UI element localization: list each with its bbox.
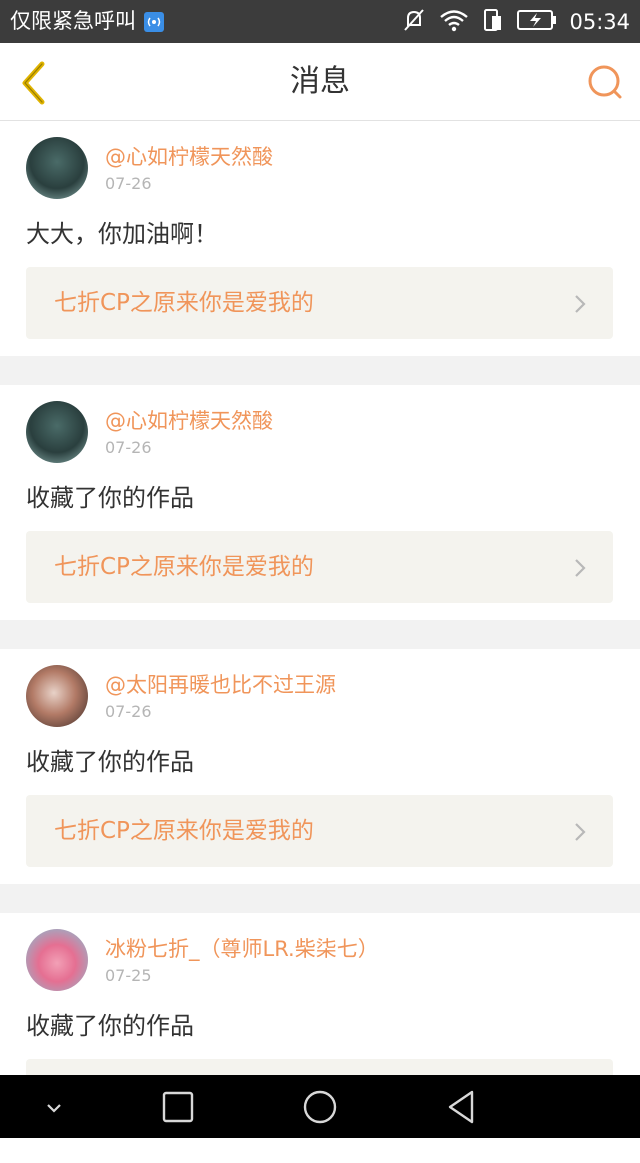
work-title: 七折CP之原来你是爱我的	[54, 818, 314, 844]
message-card: @太阳再暖也比不过王源 07-26 收藏了你的作品 七折CP之原来你是爱我的	[0, 649, 640, 884]
work-link[interactable]: 七折CP之原来你是爱我的	[26, 795, 613, 867]
chevron-right-icon	[575, 295, 586, 313]
work-link[interactable]: 七折CP之原来你是爱我的	[26, 267, 613, 339]
collapse-icon	[47, 1104, 61, 1113]
message-date: 07-26	[105, 174, 152, 193]
collapse-button[interactable]	[36, 1089, 72, 1125]
chevron-right-icon	[575, 559, 586, 577]
page-title: 消息	[290, 64, 350, 99]
message-date: 07-26	[105, 702, 152, 721]
search-icon	[588, 65, 622, 99]
status-bar-right: 05:34	[389, 8, 630, 35]
home-icon	[303, 1090, 337, 1124]
message-text: 收藏了你的作品	[26, 1012, 194, 1040]
message-date: 07-26	[105, 438, 152, 457]
work-link[interactable]: 七折CP之原来你是爱我的	[26, 531, 613, 603]
message-text: 收藏了你的作品	[26, 748, 194, 776]
message-card: @心如柠檬天然酸 07-26 大大，你加油啊！ 七折CP之原来你是爱我的	[0, 121, 640, 356]
work-title: 七折CP之原来你是爱我的	[54, 290, 314, 316]
search-button[interactable]	[586, 63, 624, 101]
status-bar: 仅限紧急呼叫 05:34	[0, 0, 640, 43]
message-date: 07-25	[105, 966, 152, 985]
sim-badge-icon	[144, 11, 164, 32]
vibrate-icon	[483, 8, 503, 36]
recents-icon	[162, 1091, 194, 1123]
system-back-button[interactable]	[444, 1089, 480, 1125]
home-button[interactable]	[302, 1089, 338, 1125]
message-list: @心如柠檬天然酸 07-26 大大，你加油啊！ 七折CP之原来你是爱我的 @心如…	[0, 121, 640, 1163]
message-card: @心如柠檬天然酸 07-26 收藏了你的作品 七折CP之原来你是爱我的	[0, 385, 640, 620]
status-bar-left: 仅限紧急呼叫	[10, 8, 164, 35]
back-icon	[448, 1090, 474, 1124]
username-link[interactable]: @心如柠檬天然酸	[105, 143, 273, 171]
avatar[interactable]	[26, 401, 88, 463]
message-text: 收藏了你的作品	[26, 484, 194, 512]
navigation-bar	[0, 1075, 640, 1138]
mute-icon	[403, 8, 425, 36]
chevron-right-icon	[575, 823, 586, 841]
carrier-text: 仅限紧急呼叫	[10, 9, 136, 33]
avatar[interactable]	[26, 665, 88, 727]
work-title: 七折CP之原来你是爱我的	[54, 554, 314, 580]
wifi-icon	[439, 8, 469, 36]
avatar[interactable]	[26, 137, 88, 199]
status-time: 05:34	[569, 9, 630, 34]
message-text: 大大，你加油啊！	[26, 220, 218, 248]
avatar[interactable]	[26, 929, 88, 991]
username-link[interactable]: @心如柠檬天然酸	[105, 407, 273, 435]
username-link[interactable]: 冰粉七折_（尊师LR.柴柒七）	[105, 935, 379, 963]
recents-button[interactable]	[160, 1089, 196, 1125]
app-header: 消息	[0, 43, 640, 121]
battery-icon	[517, 9, 557, 34]
username-link[interactable]: @太阳再暖也比不过王源	[105, 671, 336, 699]
